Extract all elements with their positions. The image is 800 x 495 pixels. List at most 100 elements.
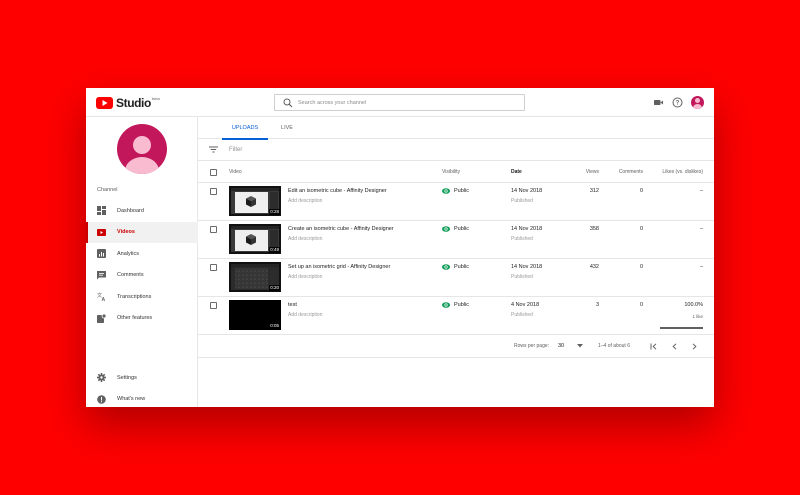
header-actions: ? — [653, 94, 704, 111]
video-status: Published — [511, 312, 533, 318]
help-icon[interactable]: ? — [672, 97, 683, 108]
table-row[interactable]: 0:49 Create an isometric cube - Affinity… — [198, 221, 714, 259]
column-header-likes[interactable]: Likes (vs. dislikes) — [638, 161, 703, 183]
sidebar-item-analytics[interactable]: Analytics — [86, 243, 198, 265]
row-checkbox[interactable] — [210, 302, 217, 309]
video-views: 3 — [595, 302, 599, 308]
sidebar-item-other-features[interactable]: Other features — [86, 308, 198, 330]
sidebar-item-transcriptions[interactable]: 文 A Transcriptions — [86, 286, 198, 308]
video-status: Published — [511, 236, 533, 242]
video-date: 14 Nov 2018 — [511, 226, 543, 232]
filter-input[interactable]: Filter — [229, 147, 242, 153]
video-comments: 0 — [639, 188, 643, 194]
table-row[interactable]: 0:05 test Add description Public 4 Nov 2… — [198, 297, 714, 335]
video-date: 4 Nov 2018 — [511, 302, 540, 308]
other-features-icon — [97, 313, 106, 323]
youtube-play-icon — [96, 96, 113, 109]
video-date: 14 Nov 2018 — [511, 264, 543, 270]
video-description[interactable]: Add description — [288, 198, 322, 204]
sidebar-item-label: Analytics — [117, 250, 140, 257]
video-title[interactable]: Edit an isometric cube - Affinity Design… — [288, 188, 387, 194]
video-camera-icon[interactable] — [653, 97, 664, 108]
channel-avatar[interactable] — [117, 124, 167, 174]
visibility-label: Public — [454, 264, 469, 270]
filter-icon[interactable] — [209, 145, 218, 154]
account-avatar[interactable] — [691, 96, 704, 109]
column-header-views[interactable]: Views — [578, 161, 599, 183]
table-row[interactable]: 0:20 Set up an isometric grid - Affinity… — [198, 259, 714, 297]
sidebar-item-videos[interactable]: Videos — [86, 221, 198, 243]
first-page-icon[interactable] — [650, 335, 657, 357]
studio-logo[interactable]: Studio beta — [96, 95, 160, 110]
visibility-cell[interactable]: Public — [442, 302, 469, 308]
video-likes: – — [699, 188, 703, 194]
logo-superscript: beta — [151, 96, 160, 101]
video-status: Published — [511, 274, 533, 280]
previous-page-icon[interactable] — [672, 335, 677, 357]
chevron-down-icon[interactable] — [577, 335, 583, 357]
filter-bar[interactable]: Filter — [198, 139, 714, 161]
search-input[interactable] — [298, 99, 498, 106]
sidebar-item-settings[interactable]: Settings — [86, 367, 198, 389]
visibility-cell[interactable]: Public — [442, 188, 469, 194]
video-description[interactable]: Add description — [288, 236, 322, 242]
logo-text: Studio — [116, 95, 151, 110]
search-icon — [283, 98, 293, 107]
video-duration: 0:28 — [269, 209, 280, 215]
likes-count: 1 like — [692, 314, 703, 319]
select-all-checkbox[interactable] — [210, 168, 217, 176]
tab-live[interactable]: LIVE — [272, 117, 302, 139]
top-bar: Studio beta ? — [86, 88, 714, 117]
eye-icon — [442, 302, 450, 308]
video-comments: 0 — [639, 264, 643, 270]
row-checkbox[interactable] — [210, 188, 217, 195]
video-thumbnail[interactable]: 0:49 — [229, 224, 281, 254]
row-checkbox[interactable] — [210, 226, 217, 233]
video-title[interactable]: Create an isometric cube - Affinity Desi… — [288, 226, 394, 232]
search-box[interactable] — [274, 94, 525, 111]
column-header-video[interactable]: Video — [229, 161, 242, 183]
video-thumbnail[interactable]: 0:05 — [229, 300, 281, 330]
video-description[interactable]: Add description — [288, 312, 322, 318]
eye-icon — [442, 264, 450, 270]
video-thumbnail[interactable]: 0:28 — [229, 186, 281, 216]
sidebar-item-label: Dashboard — [117, 207, 144, 214]
video-duration: 0:20 — [269, 285, 280, 291]
tab-uploads[interactable]: UPLOADS — [222, 117, 268, 140]
sidebar-item-dashboard[interactable]: Dashboard — [86, 200, 198, 222]
svg-text:?: ? — [676, 101, 680, 107]
video-duration: 0:05 — [269, 323, 280, 329]
visibility-label: Public — [454, 226, 469, 232]
info-icon — [97, 394, 106, 404]
sidebar: Channel Dashboard Videos Analytics Comme… — [86, 117, 198, 407]
column-header-visibility[interactable]: Visibility — [442, 161, 460, 183]
sidebar-item-label: Other features — [117, 315, 153, 322]
video-comments: 0 — [639, 302, 643, 308]
page-range: 1–4 of about 6 — [598, 343, 630, 349]
rows-per-page-label: Rows per page: — [514, 343, 550, 349]
video-likes: – — [699, 264, 703, 270]
sidebar-item-comments[interactable]: Comments — [86, 265, 198, 287]
studio-window: Studio beta ? Channel — [86, 88, 714, 407]
video-title[interactable]: test — [288, 302, 297, 308]
divider — [198, 357, 714, 358]
video-title[interactable]: Set up an isometric grid - Affinity Desi… — [288, 264, 390, 270]
sidebar-item-whats-new[interactable]: What's new — [86, 389, 198, 408]
column-header-date[interactable]: Date — [511, 161, 522, 183]
gear-icon — [97, 373, 106, 383]
video-comments: 0 — [639, 226, 643, 232]
video-status: Published — [511, 198, 533, 204]
rows-per-page-select[interactable]: 30 — [558, 335, 564, 357]
svg-text:A: A — [102, 297, 106, 301]
video-views: 358 — [589, 226, 599, 232]
next-page-icon[interactable] — [692, 335, 697, 357]
video-description[interactable]: Add description — [288, 274, 322, 280]
visibility-cell[interactable]: Public — [442, 226, 469, 232]
video-thumbnail[interactable]: 0:20 — [229, 262, 281, 292]
table-row[interactable]: 0:28 Edit an isometric cube - Affinity D… — [198, 183, 714, 221]
sidebar-item-label: Settings — [117, 374, 137, 381]
comments-icon — [97, 270, 106, 280]
analytics-icon — [97, 249, 106, 259]
visibility-cell[interactable]: Public — [442, 264, 469, 270]
row-checkbox[interactable] — [210, 264, 217, 271]
